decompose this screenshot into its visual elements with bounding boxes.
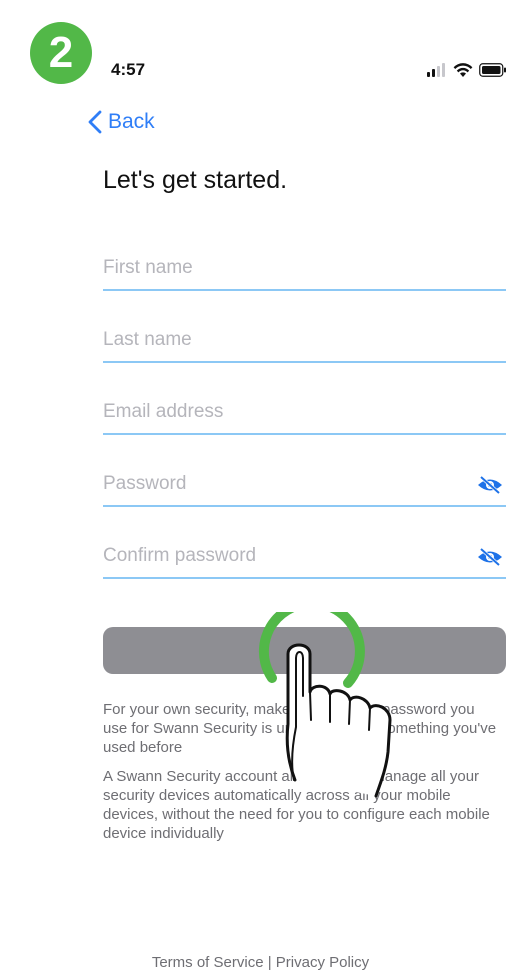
confirm-password-field	[103, 537, 506, 579]
back-button[interactable]: Back	[88, 110, 155, 134]
eye-slash-icon[interactable]	[476, 547, 504, 567]
security-note: For your own security, make sure that th…	[103, 701, 497, 756]
first-name-input[interactable]	[103, 249, 463, 287]
back-label: Back	[108, 110, 155, 133]
confirm-password-input[interactable]	[103, 537, 463, 575]
wifi-icon	[453, 62, 473, 77]
footer-links: Terms of Service | Privacy Policy	[0, 954, 521, 971]
signal-icon	[427, 63, 445, 77]
last-name-input[interactable]	[103, 321, 463, 359]
terms-of-service-link[interactable]: Terms of Service	[152, 954, 264, 971]
battery-icon	[479, 63, 506, 77]
status-time: 4:57	[111, 60, 146, 79]
password-input[interactable]	[103, 465, 463, 503]
submit-button[interactable]	[103, 627, 506, 674]
email-field	[103, 393, 506, 435]
first-name-field	[103, 249, 506, 291]
privacy-policy-link[interactable]: Privacy Policy	[276, 954, 369, 971]
chevron-left-icon	[88, 110, 102, 134]
last-name-field	[103, 321, 506, 363]
page-title: Let's get started.	[103, 166, 288, 194]
account-info-note: A Swann Security account allows you to m…	[103, 768, 490, 842]
email-input[interactable]	[103, 393, 463, 431]
step-number-badge: 2	[30, 22, 92, 84]
password-field	[103, 465, 506, 507]
status-icons	[427, 60, 507, 80]
eye-slash-icon[interactable]	[476, 475, 504, 495]
footer-separator: |	[263, 954, 276, 971]
